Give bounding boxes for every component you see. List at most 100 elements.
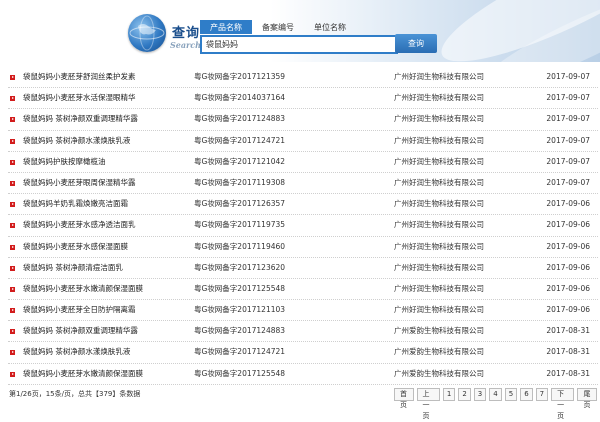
table-row: 袋鼠妈妈小麦胚芽水活保湿眼精华 粤G妆网备字2014037164 广州好润生物科技有…	[8, 88, 598, 110]
record-date: 2017-08-31	[546, 326, 590, 336]
table-row: 袋鼠妈妈小麦胚芽水感保湿面膜 粤G妆网备字2017119460 广州好润生物科技有限…	[8, 237, 598, 258]
record-number: 粤G妆网备字2017119735	[194, 220, 286, 230]
record-number: 粤G妆网备字2017124883	[194, 326, 286, 336]
globe-logo-icon	[128, 14, 166, 52]
tab-company-name[interactable]: 单位名称	[304, 20, 356, 34]
record-date: 2017-09-06	[546, 262, 590, 272]
bullet-icon	[10, 202, 15, 208]
table-row: 袋鼠妈妈小麦胚芽眼周保湿精华露 粤G妆网备字2017119308 广州好润生物科技有…	[8, 173, 598, 195]
company-name: 广州好润生物科技有限公司	[394, 199, 484, 209]
product-name-link[interactable]: 袋鼠妈妈羊奶乳霜焕嫩亮洁面霜	[23, 194, 188, 214]
product-name-link[interactable]: 袋鼠妈妈 茶树净颜水漾焕肤乳液	[23, 131, 188, 151]
product-name-link[interactable]: 袋鼠妈妈 茶树净颜双重调理精华露	[23, 321, 188, 341]
company-name: 广州好润生物科技有限公司	[394, 93, 484, 103]
company-name: 广州好润生物科技有限公司	[394, 220, 484, 230]
product-name-link[interactable]: 袋鼠妈妈小麦胚芽水嫩清颜保湿面膜	[23, 279, 188, 299]
bullet-icon	[10, 180, 15, 186]
product-name-link[interactable]: 袋鼠妈妈小麦胚芽全日防护隔离霜	[23, 300, 188, 320]
record-date: 2017-09-07	[546, 72, 590, 81]
record-number: 粤G妆网备字2017123620	[194, 262, 286, 272]
record-date: 2017-09-06	[546, 220, 590, 230]
record-number: 粤G妆网备字2017124721	[194, 347, 286, 357]
record-number: 粤G妆网备字2017124883	[194, 114, 286, 124]
record-number: 粤G妆网备字2017125548	[194, 368, 286, 378]
page-1-button[interactable]: 1	[442, 388, 456, 401]
product-name-link[interactable]: 袋鼠妈妈小麦胚芽水感净透洁面乳	[23, 215, 188, 235]
table-row: 袋鼠妈妈护肤按摩橄榄油 粤G妆网备字2017121042 广州好润生物科技有限公司 2…	[8, 152, 598, 173]
record-date: 2017-09-07	[546, 93, 590, 103]
record-date: 2017-09-06	[546, 199, 590, 209]
tab-record-number[interactable]: 备案编号	[252, 20, 304, 34]
bullet-icon	[10, 265, 15, 271]
company-name: 广州好润生物科技有限公司	[394, 241, 484, 251]
record-number: 粤G妆网备字2017125548	[194, 283, 286, 293]
record-number: 粤G妆网备字2017121359	[194, 72, 286, 81]
bullet-icon	[10, 371, 15, 377]
company-name: 广州好润生物科技有限公司	[394, 135, 484, 145]
product-name-link[interactable]: 袋鼠妈妈 茶树净颜水漾焕肤乳液	[23, 342, 188, 362]
company-name: 广州爱韵生物科技有限公司	[394, 368, 484, 378]
table-row: 袋鼠妈妈小麦胚芽水嫩清颜保湿面膜 粤G妆网备字2017125548 广州好润生物科技…	[8, 279, 598, 301]
record-date: 2017-08-31	[546, 368, 590, 378]
bullet-icon	[10, 308, 15, 314]
table-row: 袋鼠妈妈小麦胚芽水感净透洁面乳 粤G妆网备字2017119735 广州好润生物科技有…	[8, 215, 598, 237]
table-row: 袋鼠妈妈小麦胚芽全日防护隔离霜 粤G妆网备字2017121103 广州好润生物科技有…	[8, 300, 598, 322]
bullet-icon	[10, 96, 15, 102]
product-name-link[interactable]: 袋鼠妈妈小麦胚芽舒润丝柔护发素	[23, 67, 188, 87]
record-number: 粤G妆网备字2014037164	[194, 93, 286, 103]
results-list: 袋鼠妈妈小麦胚芽舒润丝柔护发素 粤G妆网备字2017121359 广州好润生物科技有…	[8, 67, 598, 385]
bullet-icon	[10, 329, 15, 335]
record-number: 粤G妆网备字2017119460	[194, 241, 286, 251]
record-date: 2017-09-07	[546, 156, 590, 166]
search-header: 查询 Search 产品名称 备案编号 单位名称 查询	[0, 0, 600, 62]
record-number: 粤G妆网备字2017121103	[194, 305, 286, 315]
record-date: 2017-09-07	[546, 177, 590, 187]
logo-subtitle: Search	[170, 40, 201, 50]
record-date: 2017-09-06	[546, 305, 590, 315]
table-row: 袋鼠妈妈 茶树净颜水漾焕肤乳液 粤G妆网备字2017124721 广州好润生物科技有…	[8, 131, 598, 152]
prev-page-button[interactable]: 上一页	[416, 388, 440, 420]
company-name: 广州好润生物科技有限公司	[394, 114, 484, 124]
company-name: 广州好润生物科技有限公司	[394, 262, 484, 272]
record-date: 2017-09-06	[546, 283, 590, 293]
table-row: 袋鼠妈妈小麦胚芽水嫩清颜保湿面膜 粤G妆网备字2017125548 广州爱韵生物科技…	[8, 364, 598, 385]
page-6-button[interactable]: 6	[520, 388, 533, 401]
bullet-icon	[10, 350, 15, 356]
bullet-icon	[10, 286, 15, 292]
tab-product-name[interactable]: 产品名称	[200, 20, 252, 34]
product-name-link[interactable]: 袋鼠妈妈小麦胚芽水嫩清颜保湿面膜	[23, 364, 188, 384]
search-input[interactable]	[200, 35, 398, 54]
page-4-button[interactable]: 4	[489, 388, 502, 401]
record-date: 2017-09-06	[546, 241, 590, 251]
record-number: 粤G妆网备字2017119308	[194, 177, 286, 187]
product-name-link[interactable]: 袋鼠妈妈护肤按摩橄榄油	[23, 152, 188, 172]
next-page-button[interactable]: 下一页	[551, 388, 575, 420]
product-name-link[interactable]: 袋鼠妈妈 茶树净颜双重调理精华露	[23, 109, 188, 129]
product-name-link[interactable]: 袋鼠妈妈 茶树净颜清痘洁面乳	[23, 258, 188, 278]
company-name: 广州好润生物科技有限公司	[394, 156, 484, 166]
page-7-button[interactable]: 7	[535, 388, 549, 401]
bullet-icon	[10, 117, 15, 123]
pager: 首页 上一页 1 2 3 4 5 6 7 下一页 尾页	[394, 388, 600, 420]
product-name-link[interactable]: 袋鼠妈妈小麦胚芽水感保湿面膜	[23, 237, 188, 257]
bullet-icon	[10, 75, 15, 80]
record-number: 粤G妆网备字2017124721	[194, 135, 286, 145]
first-page-button[interactable]: 首页	[394, 388, 414, 409]
logo-title: 查询	[172, 26, 201, 41]
search-button[interactable]: 查询	[395, 34, 437, 53]
search-tabs: 产品名称 备案编号 单位名称	[200, 20, 356, 34]
page-2-button[interactable]: 2	[458, 388, 471, 401]
page-5-button[interactable]: 5	[504, 388, 518, 401]
pagination-bar: 第1/26页，15条/页，总共【379】条数据 首页 上一页 1 2 3 4 5 6 7 下一页尾…	[0, 388, 600, 420]
pagination-info: 第1/26页，15条/页，总共【379】条数据	[9, 390, 141, 398]
company-name: 广州好润生物科技有限公司	[394, 72, 484, 81]
bullet-icon	[10, 138, 15, 144]
table-row: 袋鼠妈妈小麦胚芽舒润丝柔护发素 粤G妆网备字2017121359 广州好润生物科技有…	[8, 67, 598, 89]
table-row: 袋鼠妈妈 茶树净颜清痘洁面乳 粤G妆网备字2017123620 广州好润生物科技有限…	[8, 258, 598, 279]
table-row: 袋鼠妈妈 茶树净颜双重调理精华露 粤G妆网备字2017124883 广州好润生物科技…	[8, 109, 598, 131]
product-name-link[interactable]: 袋鼠妈妈小麦胚芽水活保湿眼精华	[23, 88, 188, 108]
last-page-button[interactable]: 尾页	[577, 388, 597, 409]
page-3-button[interactable]: 3	[473, 388, 487, 401]
company-name: 广州好润生物科技有限公司	[394, 177, 484, 187]
product-name-link[interactable]: 袋鼠妈妈小麦胚芽眼周保湿精华露	[23, 173, 188, 193]
